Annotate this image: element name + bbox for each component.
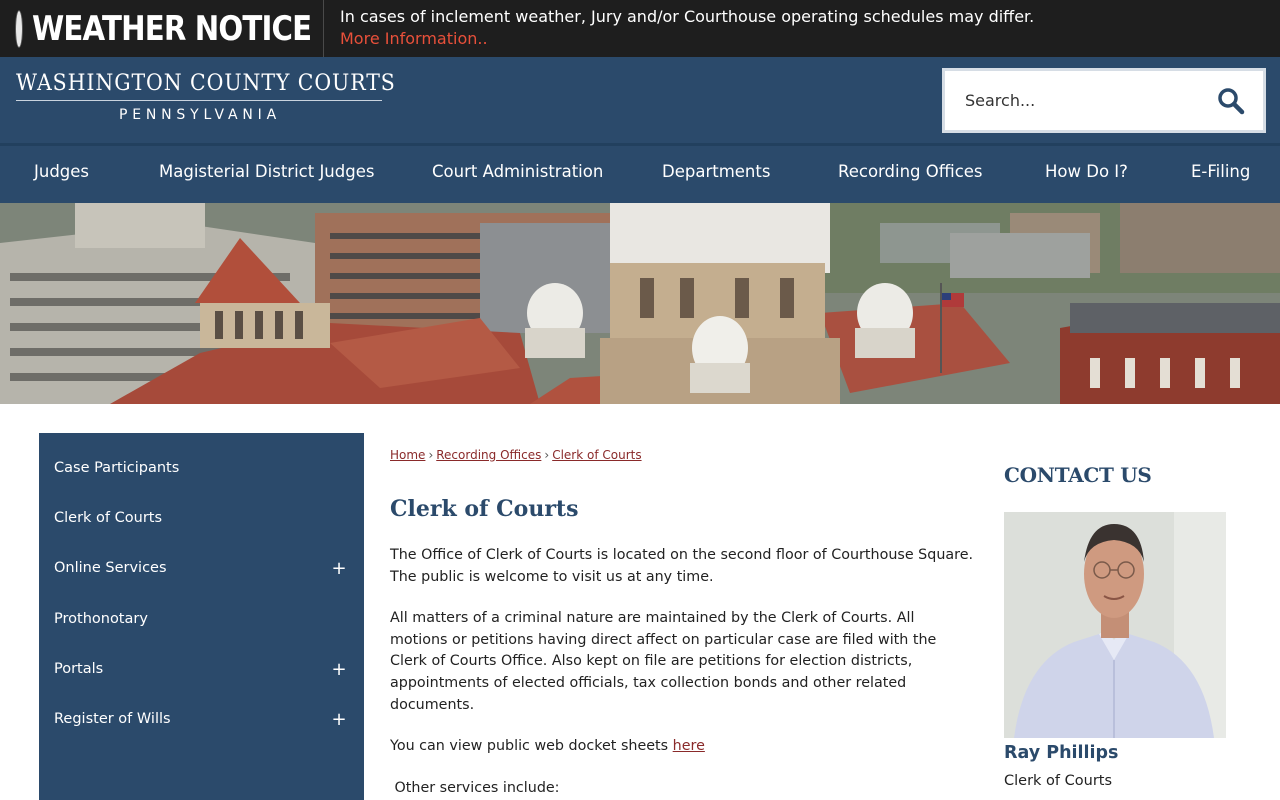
logo-title: WASHINGTON COUNTY COURTS [16,71,396,96]
nav-magisterial-district-judges[interactable]: Magisterial District Judges [159,162,374,181]
expand-plus-icon[interactable]: + [329,659,349,680]
sidebar-item-portals[interactable]: Portals + [54,649,349,689]
alert-indicator-icon [16,10,22,47]
docket-here-link[interactable]: here [673,738,705,754]
alert-heading: WEATHER NOTICE [0,0,324,57]
contact-title: CONTACT US [1004,463,1152,487]
sidebar-item-label: Online Services [54,560,167,576]
alert-more-info-link[interactable]: More Information.. [340,28,1034,50]
breadcrumb-separator: › [428,448,434,462]
sidebar-item-clerk-of-courts[interactable]: Clerk of Courts [54,498,349,538]
main-navigation: Judges Magisterial District Judges Court… [0,143,1280,203]
sidebar-nav: Case Participants Clerk of Courts Online… [39,433,364,800]
expand-plus-icon[interactable]: + [329,558,349,579]
sidebar-item-label: Clerk of Courts [54,510,163,526]
search-box [942,68,1266,133]
nav-how-do-i[interactable]: How Do I? [1045,162,1128,181]
site-header: WASHINGTON COUNTY COURTS PENNSYLVANIA [0,57,1280,143]
nav-judges[interactable]: Judges [34,162,89,181]
nav-recording-offices[interactable]: Recording Offices [838,162,983,181]
sidebar-item-online-services[interactable]: Online Services + [54,548,349,588]
search-icon [1218,88,1245,115]
contact-role: Clerk of Courts [1004,773,1113,789]
site-logo[interactable]: WASHINGTON COUNTY COURTS PENNSYLVANIA [16,71,396,123]
expand-plus-icon[interactable]: + [329,709,349,730]
docket-paragraph: You can view public web docket sheets he… [390,736,975,758]
hero-courthouse-image [0,203,1280,404]
breadcrumb: Home › Recording Offices › Clerk of Courts [390,448,642,462]
sidebar-item-label: Case Participants [54,460,180,476]
intro-paragraph: The Office of Clerk of Courts is located… [390,547,974,585]
other-services-heading: Other services include: [390,780,560,796]
weather-alert-bar: WEATHER NOTICE In cases of inclement wea… [0,0,1280,57]
page-title: Clerk of Courts [390,496,579,522]
alert-body: In cases of inclement weather, Jury and/… [324,0,1034,57]
contact-photo [1004,512,1226,738]
sidebar-item-label: Prothonotary [54,611,148,627]
alert-title: WEATHER NOTICE [32,8,312,49]
sidebar-item-prothonotary[interactable]: Prothonotary [54,599,349,639]
breadcrumb-home[interactable]: Home [390,448,425,462]
alert-message: In cases of inclement weather, Jury and/… [340,7,1035,26]
courthouse-aerial-illustration [0,203,1280,404]
breadcrumb-recording-offices[interactable]: Recording Offices [436,448,541,462]
contact-name: Ray Phillips [1004,743,1119,763]
sidebar-item-label: Portals [54,661,104,677]
breadcrumb-clerk-of-courts[interactable]: Clerk of Courts [552,448,641,462]
sidebar-item-register-of-wills[interactable]: Register of Wills + [54,699,349,739]
docket-text: You can view public web docket sheets [390,738,673,754]
logo-subtitle: PENNSYLVANIA [119,107,281,123]
sidebar-item-label: Register of Wills [54,711,171,727]
logo-divider [16,100,382,101]
criminal-matters-paragraph: All matters of a criminal nature are mai… [390,610,937,713]
contact-portrait-illustration [1004,512,1226,738]
nav-departments[interactable]: Departments [662,162,770,181]
nav-e-filing[interactable]: E-Filing [1191,162,1250,181]
search-input[interactable] [965,91,1215,110]
nav-court-administration[interactable]: Court Administration [432,162,603,181]
breadcrumb-separator: › [544,448,550,462]
sidebar-item-case-participants[interactable]: Case Participants [54,448,349,488]
search-button[interactable] [1217,87,1245,115]
